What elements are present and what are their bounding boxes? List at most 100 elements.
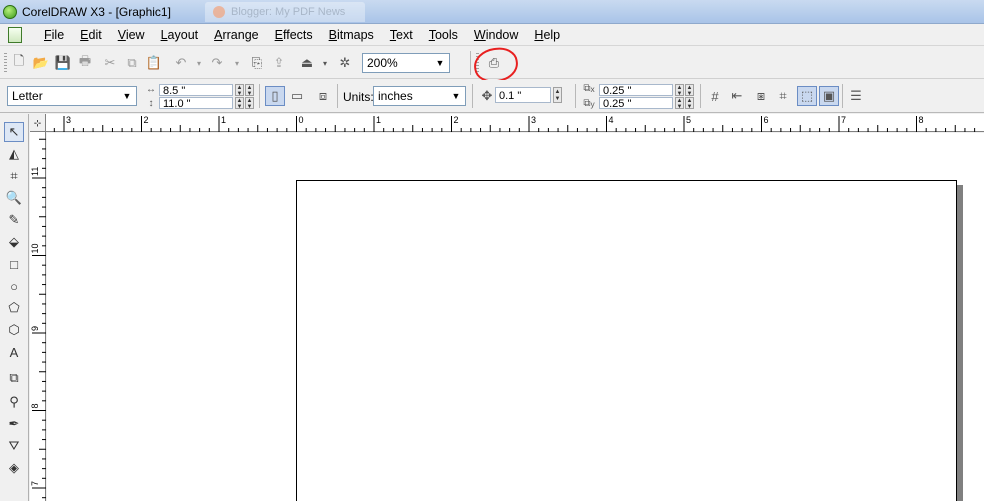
window-title: CorelDRAW X3 - [Graphic1] bbox=[22, 4, 171, 19]
paste-icon[interactable]: 📋 bbox=[145, 54, 163, 72]
menu-view[interactable]: View bbox=[110, 25, 153, 45]
crop-tool-icon[interactable]: ⌗ bbox=[4, 166, 24, 186]
ruler-origin[interactable]: ⊹ bbox=[30, 114, 46, 132]
zoom-level-value: 200% bbox=[367, 56, 398, 70]
chevron-down-icon: ▼ bbox=[435, 58, 445, 68]
title-bar: CorelDRAW X3 - [Graphic1] Blogger: My PD… bbox=[0, 0, 984, 24]
copy-icon[interactable]: ⧉ bbox=[123, 54, 141, 72]
drawing-page[interactable] bbox=[296, 180, 957, 501]
ruler-tick-label: 3 bbox=[531, 115, 536, 125]
options-icon[interactable]: ☰ bbox=[847, 87, 865, 105]
outline-tool-icon[interactable]: ✒ bbox=[4, 414, 24, 434]
import-icon[interactable]: ⎘ bbox=[248, 54, 266, 72]
interactive-blend-tool-icon[interactable]: ⧉ bbox=[4, 368, 24, 388]
units-label: Units: bbox=[343, 90, 374, 104]
undo-icon[interactable]: ↶ bbox=[172, 54, 190, 72]
vertical-ruler[interactable]: 11 10 9 8 7 bbox=[30, 132, 46, 501]
ruler-tick-label: 11 bbox=[30, 167, 40, 176]
menu-file[interactable]: File bbox=[36, 25, 72, 45]
toolbar-separator bbox=[472, 84, 473, 108]
menu-text[interactable]: Text bbox=[382, 25, 421, 45]
snap-to-objects-icon[interactable]: ⧆ bbox=[752, 87, 770, 105]
chevron-down-icon: ▼ bbox=[122, 91, 132, 101]
eyedropper-tool-icon[interactable]: ⚲ bbox=[4, 392, 24, 412]
page-width-spinner[interactable]: ▲ ▼ bbox=[245, 84, 254, 97]
page-height-spinner[interactable]: ▲ ▼ bbox=[235, 97, 244, 110]
menu-help[interactable]: Help bbox=[526, 25, 568, 45]
page-height-spinner[interactable]: ▲ ▼ bbox=[245, 97, 254, 110]
menu-bitmaps[interactable]: Bitmaps bbox=[321, 25, 382, 45]
treat-as-filled-icon[interactable]: ⬚ bbox=[797, 86, 817, 106]
toolbar-grip[interactable] bbox=[4, 53, 7, 73]
duplicate-x-spinner[interactable]: ▲ ▼ bbox=[675, 84, 684, 97]
snap-to-guidelines-icon[interactable]: ⇤ bbox=[728, 87, 746, 105]
units-dropdown[interactable]: inches ▼ bbox=[373, 86, 466, 106]
launcher-dropdown-icon[interactable]: ▾ bbox=[316, 54, 334, 72]
rectangle-tool-icon[interactable]: □ bbox=[4, 254, 24, 274]
export-icon[interactable]: ⇪ bbox=[270, 54, 288, 72]
duplicate-x-spinner[interactable]: ▲ ▼ bbox=[685, 84, 694, 97]
menu-effects[interactable]: Effects bbox=[267, 25, 321, 45]
duplicate-y-spinner[interactable]: ▲ ▼ bbox=[675, 97, 684, 110]
ruler-tick-label: 9 bbox=[30, 326, 40, 331]
coreldraw-app-icon[interactable] bbox=[3, 4, 17, 19]
duplicate-y-field[interactable]: 0.25 " bbox=[599, 97, 673, 110]
cut-icon[interactable]: ✂ bbox=[101, 54, 119, 72]
all-pages-layout-icon[interactable]: ⧈ bbox=[313, 86, 333, 106]
toolbox: ↖ ◭ ⌗ 🔍 ✎ ⬙ □ ○ ⬠ ⬡ A ⧉ ⚲ ✒ ⛛ ◈ bbox=[0, 114, 29, 501]
document-icon[interactable] bbox=[8, 26, 22, 43]
snap-to-grid-icon[interactable]: # bbox=[706, 87, 724, 105]
menu-tools[interactable]: Tools bbox=[421, 25, 466, 45]
duplicate-distance-y-icon: ⧉ y bbox=[583, 98, 595, 109]
pick-tool-icon[interactable]: ↖ bbox=[4, 122, 24, 142]
menu-arrange[interactable]: Arrange bbox=[206, 25, 266, 45]
ellipse-tool-icon[interactable]: ○ bbox=[4, 276, 24, 296]
open-icon[interactable]: 📂 bbox=[32, 54, 50, 72]
redo-icon[interactable]: ↷ bbox=[208, 54, 226, 72]
save-icon[interactable]: 💾 bbox=[54, 54, 72, 72]
interactive-fill-tool-icon[interactable]: ◈ bbox=[4, 458, 24, 478]
redo-dropdown-icon[interactable]: ▾ bbox=[228, 54, 246, 72]
shape-tool-icon[interactable]: ◭ bbox=[4, 144, 24, 164]
welcome-screen-icon[interactable]: ✲ bbox=[336, 54, 354, 72]
polygon-tool-icon[interactable]: ⬠ bbox=[4, 298, 24, 318]
fill-tool-icon[interactable]: ⛛ bbox=[4, 436, 24, 456]
page-shadow bbox=[957, 185, 963, 501]
application-launcher-icon[interactable]: ⏏ bbox=[298, 54, 316, 72]
nudge-offset-spinner[interactable]: ▲ ▼ bbox=[553, 87, 562, 103]
menu-layout[interactable]: Layout bbox=[153, 25, 207, 45]
print-icon[interactable]: 🖶 bbox=[76, 53, 94, 72]
undo-dropdown-icon[interactable]: ▾ bbox=[190, 54, 208, 72]
nudge-offset-field[interactable]: 0.1 " bbox=[495, 87, 551, 103]
page-width-spinner[interactable]: ▲ ▼ bbox=[235, 84, 244, 97]
ruler-tick-label: 7 bbox=[30, 481, 40, 486]
portrait-orientation-icon[interactable]: ▯ bbox=[265, 86, 285, 106]
menu-window[interactable]: Window bbox=[466, 25, 526, 45]
basic-shapes-tool-icon[interactable]: ⬡ bbox=[4, 320, 24, 340]
page-width-field[interactable]: 8.5 " bbox=[159, 84, 233, 97]
menu-edit[interactable]: Edit bbox=[72, 25, 110, 45]
paper-type-value: Letter bbox=[12, 89, 43, 103]
zoom-tool-icon[interactable]: 🔍 bbox=[4, 188, 24, 208]
page-height-field[interactable]: 11.0 " bbox=[159, 97, 233, 110]
ruler-tick-label: 2 bbox=[454, 115, 459, 125]
ruler-tick-label: 8 bbox=[30, 403, 40, 408]
zoom-level-dropdown[interactable]: 200% ▼ bbox=[362, 53, 450, 73]
ruler-tick-label: 5 bbox=[686, 115, 691, 125]
background-browser-tab: Blogger: My PDF News bbox=[205, 2, 365, 22]
duplicate-x-field[interactable]: 0.25 " bbox=[599, 84, 673, 97]
ruler-tick-label: 3 bbox=[66, 115, 71, 125]
background-tab-label: Blogger: My PDF News bbox=[231, 6, 346, 18]
freehand-tool-icon[interactable]: ✎ bbox=[4, 210, 24, 230]
landscape-orientation-icon[interactable]: ▭ bbox=[287, 86, 307, 106]
toolbar-separator bbox=[842, 84, 843, 108]
dynamic-guides-icon[interactable]: ⌗ bbox=[774, 87, 792, 105]
smart-fill-tool-icon[interactable]: ⬙ bbox=[4, 232, 24, 252]
horizontal-ruler[interactable]: 3 2 1 0 1 2 3 4 5 6 7 8 bbox=[46, 114, 984, 132]
new-document-icon[interactable]: 🗋 bbox=[10, 53, 28, 72]
text-tool-icon[interactable]: A bbox=[4, 342, 24, 362]
draw-object-icon[interactable]: ▣ bbox=[819, 86, 839, 106]
ruler-tick-label: 1 bbox=[376, 115, 381, 125]
duplicate-y-spinner[interactable]: ▲ ▼ bbox=[685, 97, 694, 110]
paper-type-dropdown[interactable]: Letter ▼ bbox=[7, 86, 137, 106]
